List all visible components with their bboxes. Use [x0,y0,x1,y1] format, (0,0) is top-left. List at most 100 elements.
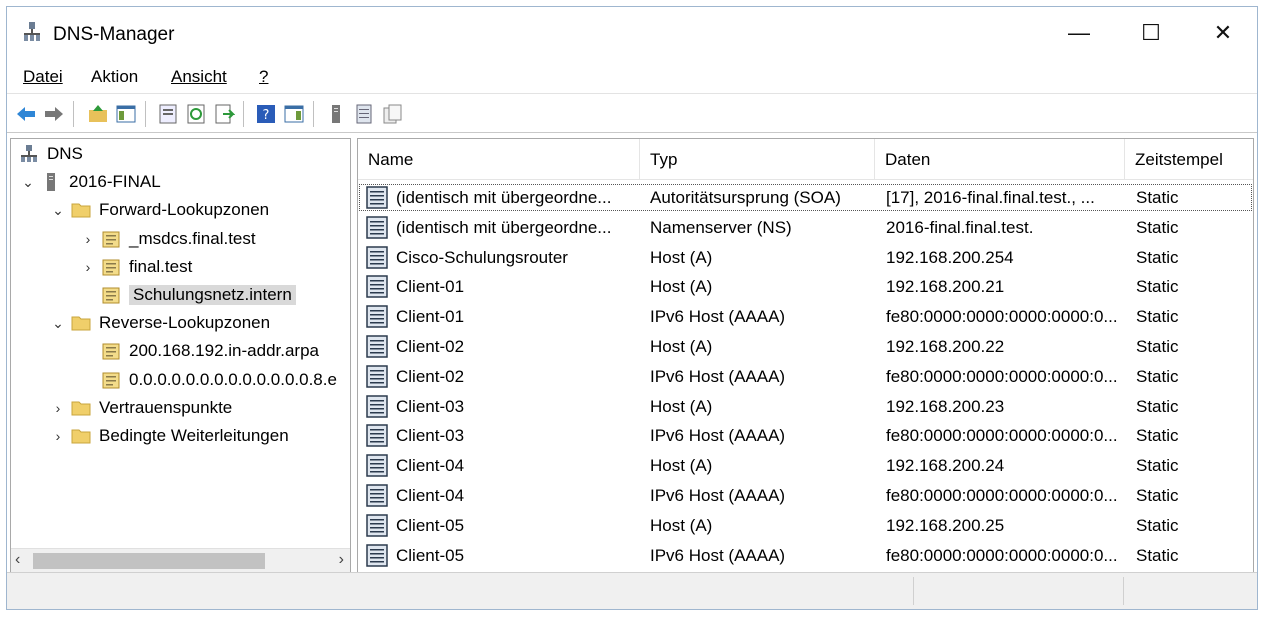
tree-node[interactable]: › Bedingte Weiterleitungen [49,423,289,449]
zone-icon [101,285,121,305]
status-bar [7,572,1257,609]
expander-icon[interactable]: › [79,231,97,247]
record-row[interactable]: Client-05 IPv6 Host (AAAA) fe80:0000:0000:… [358,541,1253,570]
record-type: Namenserver (NS) [650,217,792,237]
tree-node[interactable]: ⌄ Forward-Lookupzonen [49,197,269,223]
tree-node[interactable]: › _msdcs.final.test [79,226,256,252]
record-type: Host (A) [650,396,713,416]
toolbar-separator [73,101,74,127]
record-row[interactable]: Client-02 IPv6 Host (AAAA) fe80:0000:0000:… [358,362,1253,391]
record-name: Client-01 [396,277,465,297]
column-zeitstempel[interactable]: Zeitstempel [1125,139,1253,179]
record-timestamp: Static [1136,486,1179,505]
dns-app-icon [24,22,40,41]
record-type: IPv6 Host (AAAA) [650,307,786,327]
menu-datei[interactable]: Datei [23,67,63,87]
dns-record-icon [366,394,388,418]
dns-record-icon [366,186,388,209]
menu-aktion[interactable]: Aktion [91,67,138,87]
expander-icon[interactable]: › [49,428,67,444]
record-type: IPv6 Host (AAAA) [650,426,786,446]
export-list-icon[interactable] [213,103,235,125]
record-type: Host (A) [650,277,713,297]
expander-icon[interactable]: ⌄ [49,315,67,332]
expander-icon[interactable]: › [79,259,97,275]
forward-arrow-icon[interactable] [43,103,65,125]
record-row[interactable]: Client-01 IPv6 Host (AAAA) fe80:0000:0000:… [358,302,1253,331]
record-row[interactable]: Cisco-Schulungsrouter Host (A) 192.168.200… [358,243,1253,272]
server-icon[interactable] [325,103,347,125]
tree-node[interactable]: › final.test [79,254,193,280]
tree-node[interactable]: 0.0.0.0.0.0.0.0.0.0.0.0.0.8.e [79,367,337,393]
dns-record-icon [366,365,388,388]
help-icon[interactable]: ? [255,103,277,125]
refresh-icon[interactable] [185,103,207,125]
column-name[interactable]: Name [358,139,640,179]
minimize-button[interactable]: — [1047,7,1111,59]
record-list-icon[interactable] [353,103,375,125]
records-list: Name Typ Daten Zeitstempel (identisch mi… [357,138,1254,574]
dns-manager-window: DNS-Manager — ☐ ✕ Datei Aktion Ansicht ?… [6,6,1258,610]
console-tree[interactable]: DNS ⌄ 2016-FINAL ⌄ Forward-Lookupzonen › _msdc… [10,138,351,574]
close-button[interactable]: ✕ [1191,7,1255,59]
scroll-right-icon[interactable]: › [339,551,344,569]
tree-node[interactable]: ⌄ 2016-FINAL [19,169,161,195]
zone-icon [101,341,121,361]
record-row[interactable]: Client-04 Host (A) 192.168.200.24 Static [358,451,1253,480]
record-row[interactable]: Client-02 Host (A) 192.168.200.22 Static [358,332,1253,361]
scroll-left-icon[interactable]: ‹ [15,551,20,569]
record-row[interactable]: Client-01 Host (A) 192.168.200.21 Static [358,272,1253,301]
expander-icon[interactable]: › [49,400,67,416]
tree-node[interactable]: 200.168.192.in-addr.arpa [79,338,319,364]
record-timestamp: Static [1136,515,1179,535]
horizontal-scrollbar[interactable]: ‹ › [11,548,350,573]
tree-node[interactable]: › Vertrauenspunkte [49,395,233,421]
record-row[interactable]: Client-03 IPv6 Host (AAAA) fe80:0000:0000:… [358,421,1253,450]
record-data: 192.168.200.254 [886,247,1014,267]
record-data: 192.168.200.25 [886,515,1005,535]
record-row[interactable]: Client-03 Host (A) 192.168.200.23 Static [358,392,1253,421]
folder-icon [71,200,91,220]
record-row[interactable]: (identisch mit übergeordne... Namenserver… [358,213,1253,242]
dns-record-icon [366,305,388,328]
tree-node-label: Bedingte Weiterleitungen [99,426,289,445]
record-row[interactable]: Client-05 Host (A) 192.168.200.25 Static [358,511,1253,540]
show-hide-tree-icon[interactable] [115,103,137,125]
record-timestamp: Static [1136,366,1179,386]
expander-icon[interactable]: ⌄ [19,174,37,191]
record-type: IPv6 Host (AAAA) [650,366,786,386]
menu-ansicht[interactable]: Ansicht [171,67,227,87]
toolbar-separator [145,101,146,127]
record-row[interactable]: (identisch mit übergeordne... Autoritätsu… [358,183,1253,212]
record-name: (identisch mit übergeordne... [396,217,612,237]
record-type: Host (A) [650,515,713,535]
record-name: Client-01 [396,307,465,327]
column-typ[interactable]: Typ [640,139,875,179]
dns-record-icon [366,484,388,507]
tree-node[interactable]: DNS [19,141,83,167]
record-name: Client-05 [396,545,465,565]
maximize-button[interactable]: ☐ [1119,7,1183,59]
menu-help[interactable]: ? [259,67,268,87]
action-pane-icon[interactable] [283,103,305,125]
scrollbar-thumb[interactable] [33,553,265,569]
dns-record-icon [366,216,388,239]
expander-icon[interactable]: ⌄ [49,202,67,219]
record-row[interactable]: Client-04 IPv6 Host (AAAA) fe80:0000:0000:… [358,481,1253,510]
record-type: Autoritätsursprung (SOA) [650,188,841,207]
record-data: fe80:0000:0000:0000:0000:0... [886,307,1118,327]
back-arrow-icon[interactable] [15,103,37,125]
dns-record-icon [366,454,388,477]
record-data: fe80:0000:0000:0000:0000:0... [886,486,1118,505]
tree-node[interactable]: ⌄ Reverse-Lookupzonen [49,310,270,336]
dns-record-icon [366,424,388,448]
tree-node-label: _msdcs.final.test [129,228,256,248]
tree-node-label: Reverse-Lookupzonen [99,313,271,333]
properties-icon[interactable] [157,103,179,125]
record-data: 192.168.200.21 [886,277,1005,297]
status-separator [913,577,914,605]
copy-records-icon[interactable] [381,103,403,125]
column-daten[interactable]: Daten [875,139,1125,179]
up-folder-icon[interactable] [87,103,109,125]
tree-node[interactable]: Schulungsnetz.intern [79,282,296,308]
